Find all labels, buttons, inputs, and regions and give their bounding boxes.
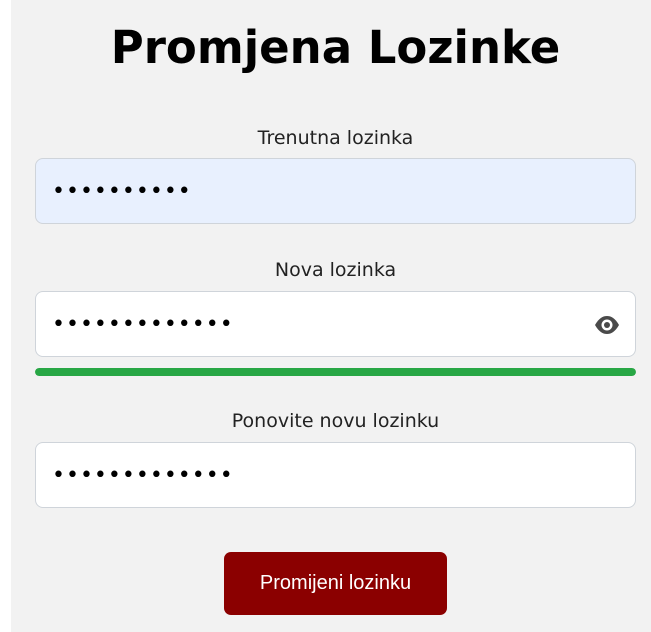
password-strength-fill [35,368,636,376]
page-title: Promjena Lozinke [110,21,561,74]
confirm-password-label: Ponovite novu lozinku [231,410,440,432]
change-password-button[interactable]: Promijeni lozinku [224,552,447,615]
new-password-input[interactable] [52,292,572,356]
current-password-field[interactable] [35,158,636,224]
new-password-field[interactable] [35,291,636,357]
confirm-password-input[interactable] [52,443,572,507]
current-password-label: Trenutna lozinka [257,127,414,149]
confirm-password-field[interactable] [35,442,636,508]
current-password-input[interactable] [52,159,572,223]
eye-icon[interactable] [593,313,621,337]
password-strength-bar [35,368,636,376]
new-password-label: Nova lozinka [274,259,397,281]
